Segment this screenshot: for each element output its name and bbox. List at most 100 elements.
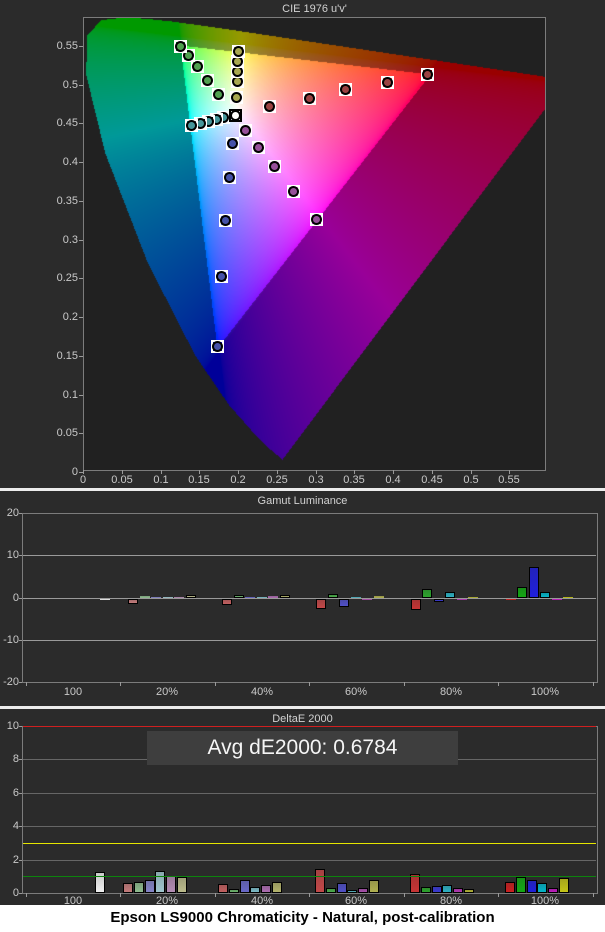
- value-bar: [151, 597, 161, 598]
- value-bar: [328, 594, 338, 598]
- x-tick: [404, 893, 405, 897]
- value-bar: [516, 877, 526, 893]
- panel-gamut-luminance: Gamut Luminance 20100-10-2010020%40%60%8…: [0, 491, 605, 706]
- value-bar: [552, 599, 562, 600]
- x-tick: [309, 682, 310, 686]
- measured-point: [224, 172, 235, 183]
- y-tick: [19, 759, 22, 760]
- measured-point: [288, 186, 299, 197]
- value-bar: [100, 599, 110, 600]
- avg-de2000-badge: Avg dE2000: 0.6784: [147, 731, 458, 765]
- gridline: [23, 640, 596, 641]
- value-bar: [411, 599, 421, 610]
- cie-plot-border: [83, 17, 546, 471]
- panel-deltae-2000: DeltaE 2000 108642010020%40%60%80%100% A…: [0, 709, 605, 905]
- value-bar: [468, 597, 478, 598]
- cie-y-tick-label: 0: [42, 466, 78, 478]
- measured-point: [422, 69, 433, 80]
- cie-x-tick-label: 0.2: [218, 474, 258, 486]
- value-bar: [166, 876, 176, 893]
- y-tick: [19, 893, 22, 894]
- value-bar: [369, 880, 379, 893]
- x-tick: [404, 682, 405, 686]
- cie-y-tick-label: 0.45: [42, 117, 78, 129]
- gridline: [23, 793, 596, 794]
- value-bar: [339, 599, 349, 607]
- value-bar: [358, 888, 368, 893]
- y-tick-label: 10: [0, 549, 19, 561]
- y-tick-label: 20: [0, 507, 19, 519]
- value-bar: [163, 597, 173, 598]
- value-bar: [261, 885, 271, 893]
- report-caption: Epson LS9000 Chromaticity - Natural, pos…: [0, 905, 605, 932]
- cie-y-tick-label: 0.3: [42, 234, 78, 246]
- value-bar: [134, 882, 144, 893]
- cie-y-tick: [79, 46, 83, 47]
- cie-y-tick: [79, 123, 83, 124]
- value-bar: [218, 884, 228, 893]
- cie-y-tick: [79, 472, 83, 473]
- y-tick: [19, 726, 22, 727]
- value-bar: [326, 888, 336, 893]
- value-bar: [272, 882, 282, 893]
- y-tick-label: -10: [0, 634, 19, 646]
- x-tick: [120, 893, 121, 897]
- gridline: [23, 555, 596, 556]
- cie-y-tick: [79, 162, 83, 163]
- measured-point: [253, 142, 264, 153]
- measured-point: [192, 61, 203, 72]
- reference-line: [23, 843, 596, 844]
- deltae-title: DeltaE 2000: [0, 713, 605, 725]
- gridline: [23, 826, 596, 827]
- value-bar: [140, 596, 150, 598]
- cie-y-tick-label: 0.55: [42, 40, 78, 52]
- value-bar: [257, 597, 267, 598]
- measured-point: [264, 101, 275, 112]
- measured-point: [212, 341, 223, 352]
- value-bar: [517, 587, 527, 598]
- y-tick-label: 8: [0, 753, 19, 765]
- value-bar: [174, 597, 184, 598]
- y-tick-label: -20: [0, 676, 19, 688]
- value-bar: [145, 880, 155, 893]
- gridline: [23, 860, 596, 861]
- measured-point: [202, 75, 213, 86]
- measured-point: [382, 77, 393, 88]
- measured-point: [240, 125, 251, 136]
- x-tick: [498, 893, 499, 897]
- cie-y-tick-label: 0.25: [42, 272, 78, 284]
- cie-y-tick: [79, 240, 83, 241]
- value-bar: [537, 883, 547, 893]
- cie-y-tick: [79, 395, 83, 396]
- value-bar: [347, 890, 357, 893]
- x-tick: [309, 893, 310, 897]
- cie-chart-title: CIE 1976 u'v': [84, 3, 545, 15]
- cie-y-tick: [79, 356, 83, 357]
- cie-y-tick: [79, 433, 83, 434]
- x-tick-label: 80%: [421, 686, 481, 698]
- cie-x-tick-label: 0.45: [412, 474, 452, 486]
- value-bar: [529, 567, 539, 598]
- y-tick: [19, 793, 22, 794]
- value-bar: [315, 869, 325, 893]
- x-tick: [26, 682, 27, 686]
- y-tick-label: 0: [0, 592, 19, 604]
- value-bar: [559, 878, 569, 893]
- value-bar: [442, 885, 452, 893]
- cie-y-tick-label: 0.4: [42, 156, 78, 168]
- cie-y-tick-label: 0.1: [42, 389, 78, 401]
- value-bar: [540, 592, 550, 598]
- measured-point: [311, 214, 322, 225]
- panel-cie: CIE 1976 u'v' 000.050.050.10.10.150.150.…: [0, 0, 605, 488]
- value-bar: [222, 599, 232, 605]
- cie-x-tick-label: 0.55: [489, 474, 529, 486]
- x-tick: [593, 893, 594, 897]
- value-bar: [250, 887, 260, 893]
- value-bar: [245, 597, 255, 598]
- value-bar: [337, 883, 347, 893]
- measured-point: [186, 120, 197, 131]
- value-bar: [434, 599, 444, 602]
- value-bar: [123, 883, 133, 893]
- calibration-report-page: CIE 1976 u'v' 000.050.050.10.10.150.150.…: [0, 0, 605, 932]
- value-bar: [457, 599, 467, 600]
